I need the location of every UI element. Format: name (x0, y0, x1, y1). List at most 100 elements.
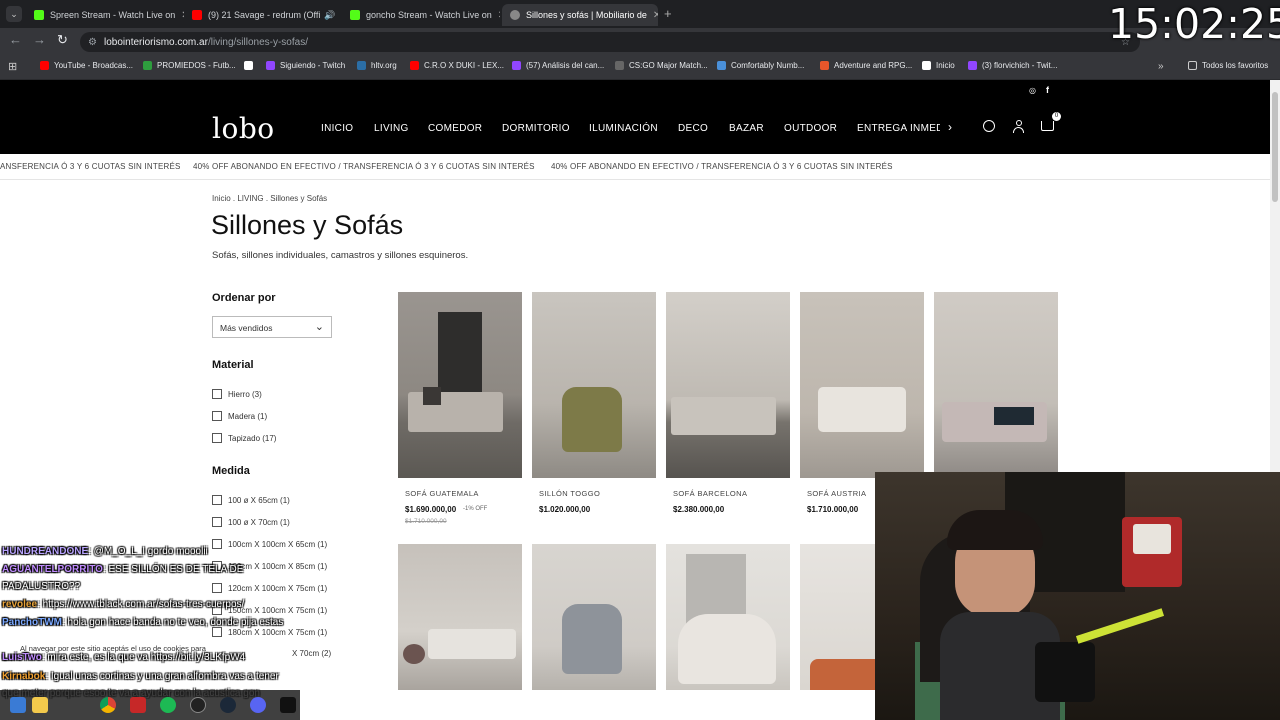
chevron-right-icon[interactable]: › (948, 120, 952, 134)
site-header: ◎ f › 0 (0, 80, 1270, 154)
product-name[interactable]: SOFÁ AUSTRIA (807, 489, 866, 498)
bookmark-item[interactable]: YouTube - Broadcas... (40, 61, 133, 70)
product-price: $2.380.000,00 (673, 505, 725, 514)
bookmark-item[interactable]: Inicio (922, 61, 955, 70)
bookmark-item[interactable] (244, 61, 258, 70)
cart-count-badge: 0 (1052, 112, 1061, 121)
nav-inicio[interactable]: INICIO (321, 123, 353, 134)
speaker-icon[interactable]: 🔊 (324, 10, 335, 21)
filter-checkbox-size[interactable]: 100 ø X 70cm (1) (212, 517, 290, 527)
taskbar-app-icon[interactable] (280, 697, 296, 713)
nav-bazar[interactable]: BAZAR (729, 123, 764, 134)
taskbar-app-icon[interactable] (10, 697, 26, 713)
nav-comedor[interactable]: COMEDOR (428, 123, 482, 134)
product-image[interactable] (800, 292, 924, 478)
url-input[interactable]: ⚙ lobointeriorismo.com.ar/living/sillone… (80, 32, 1140, 52)
filter-checkbox-material[interactable]: Tapizado (17) (212, 433, 276, 443)
checkbox[interactable] (212, 411, 222, 421)
chrome-icon[interactable] (100, 697, 116, 713)
nav-entrega-inmediata[interactable]: ENTREGA INMED (857, 123, 940, 134)
product-discount: -1% OFF (463, 506, 488, 512)
reload-icon[interactable]: ↻ (57, 32, 68, 48)
filter-checkbox-size[interactable]: 100 ø X 65cm (1) (212, 495, 290, 505)
browser-tab[interactable]: (9) 21 Savage - redrum (Offi 🔊 ✕ (184, 4, 342, 26)
taskbar-app-icon[interactable] (190, 697, 206, 713)
new-tab-button[interactable]: + (664, 6, 672, 21)
csgo-icon (615, 61, 624, 70)
youtube-icon (192, 10, 202, 20)
bookmark-item[interactable]: CS:GO Major Match... (615, 61, 708, 70)
spotify-icon[interactable] (160, 697, 176, 713)
bookmark-item[interactable]: hltv.org (357, 61, 397, 70)
product-name[interactable]: SOFÁ GUATEMALA (405, 489, 479, 498)
product-image[interactable] (532, 544, 656, 690)
tab-search-icon[interactable]: ⌄ (6, 6, 22, 22)
forward-icon[interactable]: → (33, 32, 46, 47)
filter-checkbox-size[interactable]: X 70cm (2) (292, 649, 331, 658)
nav-iluminacion[interactable]: ILUMINACIÓN (589, 123, 658, 134)
nav-dormitorio[interactable]: DORMITORIO (502, 123, 570, 134)
taskbar-app-icon[interactable] (32, 697, 48, 713)
product-image[interactable] (398, 292, 522, 478)
checkbox[interactable] (212, 389, 222, 399)
checkbox[interactable] (212, 495, 222, 505)
close-icon[interactable]: ✕ (492, 10, 500, 21)
material-heading: Material (212, 359, 254, 371)
browser-tab[interactable]: Spreen Stream - Watch Live on ✕ (26, 4, 184, 26)
nav-living[interactable]: LIVING (374, 123, 409, 134)
site-logo[interactable]: lobo (212, 112, 275, 145)
nav-outdoor[interactable]: OUTDOOR (784, 123, 837, 134)
search-icon[interactable] (983, 120, 995, 132)
bookmark-item[interactable]: Comfortably Numb... (717, 61, 804, 70)
bookmark-item[interactable]: C.R.O X DUKI - LEX... (410, 61, 504, 70)
chat-message: PanchoTWM: hola gon hace banda no te veo… (2, 617, 284, 628)
bookmark-item[interactable]: (3) florvichich - Twit... (968, 61, 1057, 70)
twitch-icon (266, 61, 275, 70)
product-image[interactable] (934, 292, 1058, 478)
browser-tab[interactable]: goncho Stream - Watch Live on ✕ (342, 4, 500, 26)
discord-icon[interactable] (250, 697, 266, 713)
instagram-icon[interactable]: ◎ (1029, 86, 1036, 95)
close-icon[interactable]: ✕ (175, 10, 184, 21)
product-image[interactable] (398, 544, 522, 690)
chevron-right-icon[interactable]: » (1158, 61, 1164, 72)
promo-text: ANSFERENCIA Ó 3 Y 6 CUOTAS SIN INTERÉS (0, 162, 181, 171)
bookmark-item[interactable]: Adventure and RPG... (820, 61, 912, 70)
close-icon[interactable]: ✕ (647, 10, 658, 21)
bookmark-item[interactable]: PROMIEDOS - Futb... (143, 61, 236, 70)
chat-username: AGUANTELPORRITO (2, 564, 103, 575)
facebook-icon[interactable]: f (1046, 85, 1049, 95)
checkbox[interactable] (212, 433, 222, 443)
product-name[interactable]: SOFÁ BARCELONA (673, 489, 747, 498)
game-icon (820, 61, 829, 70)
taskbar-app-icon[interactable] (130, 697, 146, 713)
filter-checkbox-material[interactable]: Madera (1) (212, 411, 267, 421)
site-info-icon[interactable]: ⚙ (88, 37, 97, 48)
product-image[interactable] (800, 544, 876, 690)
back-icon[interactable]: ← (9, 32, 22, 47)
browser-tab-active[interactable]: Sillones y sofás | Mobiliario de ✕ (502, 4, 658, 26)
youtube-icon (410, 61, 419, 70)
browser-tab-bar: ⌄ Spreen Stream - Watch Live on ✕ (9) 21… (0, 0, 1280, 28)
breadcrumb-inicio[interactable]: Inicio (212, 194, 231, 203)
bookmark-item[interactable]: Siguiendo - Twitch (266, 61, 345, 70)
sort-select[interactable]: Más vendidos ⌄ (212, 316, 332, 338)
product-image[interactable] (532, 292, 656, 478)
user-icon[interactable] (1013, 120, 1024, 133)
tab-label: Sillones y sofás | Mobiliario de (526, 10, 647, 20)
product-image[interactable] (666, 292, 790, 478)
filter-checkbox-material[interactable]: Hierro (3) (212, 389, 262, 399)
product-image[interactable] (666, 544, 790, 690)
all-favorites-folder[interactable]: Todos los favoritos (1188, 61, 1268, 70)
apps-grid-icon[interactable]: ⊞ (8, 60, 17, 73)
product-name[interactable]: SILLÓN TOGGO (539, 489, 600, 498)
steam-icon[interactable] (220, 697, 236, 713)
cart-icon[interactable] (1041, 121, 1054, 131)
music-icon (717, 61, 726, 70)
tab-label: (9) 21 Savage - redrum (Offi (208, 10, 321, 20)
nav-deco[interactable]: DECO (678, 123, 708, 134)
breadcrumb-living[interactable]: LIVING (237, 194, 263, 203)
checkbox[interactable] (212, 517, 222, 527)
chat-username: revolee (2, 599, 38, 610)
bookmark-item[interactable]: (57) Análisis del can... (512, 61, 604, 70)
